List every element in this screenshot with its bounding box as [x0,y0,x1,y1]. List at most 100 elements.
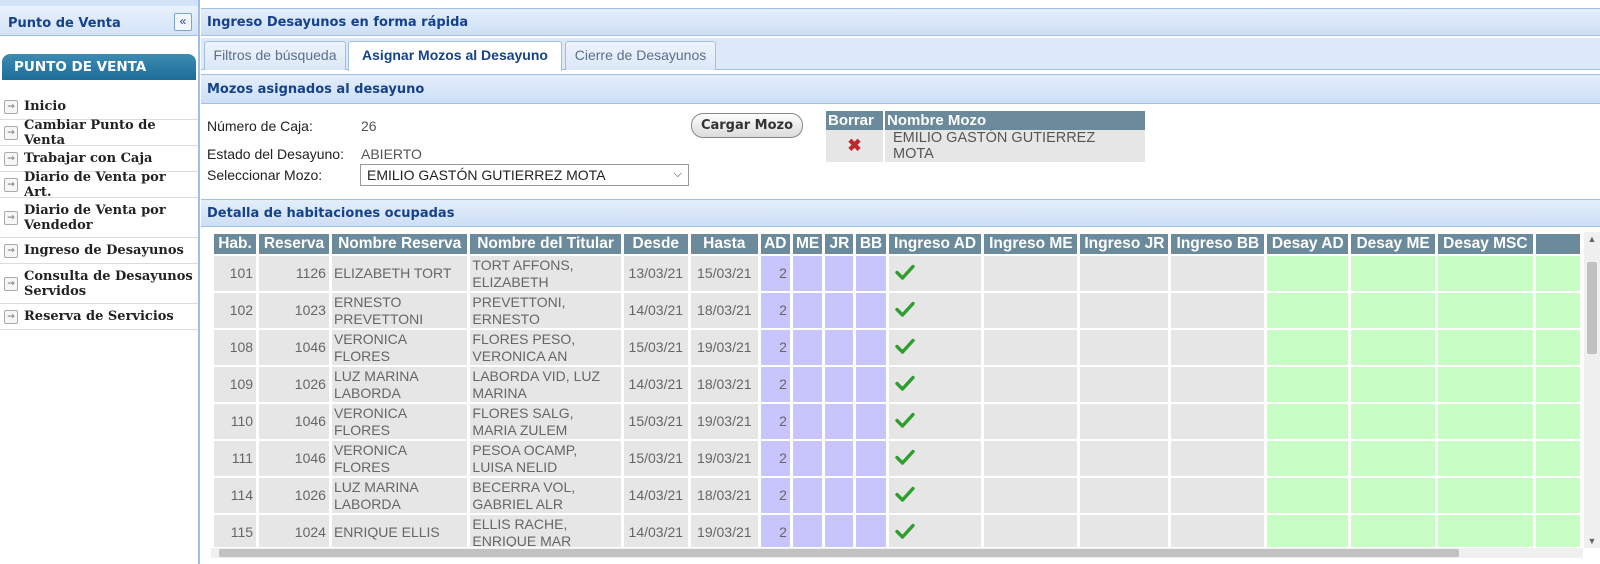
delete-x-icon[interactable]: ✖ [826,130,885,162]
cell-hasta: 19/03/21 [690,330,758,365]
column-header-17[interactable] [1535,234,1580,254]
cell-ingreso-jr [1080,478,1169,513]
seleccionar-mozo-label: Seleccionar Mozo: [207,167,323,183]
cell-jr [825,293,854,328]
cell-desde: 14/03/21 [623,293,688,328]
scroll-down-icon[interactable]: ▼ [1584,536,1600,546]
table-row[interactable]: 101 1126 ELIZABETH TORT TORT AFFONS, ELIZAB… [214,256,1580,291]
column-header-10[interactable]: Ingreso AD [888,234,982,254]
borrar-header: Borrar [826,111,885,130]
habitaciones-grid: Hab. Reserva Nombre Reserva Nombre del Titu… [211,232,1583,547]
column-header-8[interactable]: JR [825,234,854,254]
collapse-icon[interactable]: « [174,13,192,31]
sidebar-item-3[interactable]: → Diario de Venta por Art. [0,169,198,200]
cell-desay-ad [1267,293,1349,328]
cell-ingreso-bb [1171,441,1265,476]
cell-titular: LABORDA VID, LUZ MARINA [470,367,621,402]
table-row[interactable]: 114 1026 LUZ MARINA LABORDA BECERRA VOL, GA… [214,478,1580,513]
cell-nombre-reserva: ERNESTO PREVETTONI [331,293,468,328]
horizontal-scrollbar[interactable] [211,548,1583,558]
cell-desay-msc [1437,478,1533,513]
column-header-14[interactable]: Desay AD [1267,234,1349,254]
cell-reserva: 1046 [259,404,329,439]
sidebar-item-7[interactable]: → Reserva de Servicios [0,304,198,330]
cell-jr [825,478,854,513]
column-header-2[interactable]: Nombre Reserva [331,234,468,254]
column-header-3[interactable]: Nombre del Titular [470,234,621,254]
column-header-15[interactable]: Desay ME [1351,234,1435,254]
column-header-1[interactable]: Reserva [259,234,329,254]
table-row[interactable]: 108 1046 VERONICA FLORES FLORES PESO, VERON… [214,330,1580,365]
column-header-7[interactable]: ME [792,234,823,254]
sidebar-item-label: Consulta de Desayunos Servidos [24,268,193,299]
green-check-icon[interactable] [895,375,915,394]
green-check-icon[interactable] [895,412,915,431]
sidebar-item-label: Ingreso de Desayunos [24,243,184,258]
cell-reserva: 1024 [259,515,329,547]
cell-ingreso-me [984,515,1078,547]
sidebar-item-4[interactable]: → Diario de Venta por Vendedor [0,198,198,238]
tab-cierre[interactable]: Cierre de Desayunos [565,41,716,70]
vertical-scroll-thumb[interactable] [1587,262,1597,354]
column-header-4[interactable]: Desde [623,234,688,254]
cell-desay-ad [1267,256,1349,291]
column-header-5[interactable]: Hasta [690,234,758,254]
sidebar-item-2[interactable]: → Trabajar con Caja [0,146,198,172]
cell-titular: FLORES PESO, VERONICA AN [470,330,621,365]
cell-hab: 108 [214,330,257,365]
table-row[interactable]: 110 1046 VERONICA FLORES FLORES SALG, MARIA… [214,404,1580,439]
mozo-name: EMILIO GASTÓN GUTIERREZ MOTA [884,130,1147,162]
cell-ingreso-ad [888,515,982,547]
cell-desde: 15/03/21 [623,404,688,439]
column-header-13[interactable]: Ingreso BB [1171,234,1265,254]
green-check-icon[interactable] [895,264,915,283]
cell-titular: TORT AFFONS, ELIZABETH [470,256,621,291]
column-header-6[interactable]: AD [760,234,790,254]
cell-hab: 101 [214,256,257,291]
green-check-icon[interactable] [895,338,915,357]
sidebar-item-5[interactable]: → Ingreso de Desayunos [0,238,198,264]
cell-nombre-reserva: VERONICA FLORES [331,441,468,476]
green-check-icon[interactable] [895,523,915,542]
cell-ad: 2 [760,515,790,547]
scroll-up-icon[interactable]: ▲ [1584,234,1600,244]
cell-desay-msc [1437,404,1533,439]
column-header-9[interactable]: BB [856,234,886,254]
column-header-16[interactable]: Desay MSC [1437,234,1533,254]
sidebar-item-label: Diario de Venta por Art. [24,169,166,200]
column-header-12[interactable]: Ingreso JR [1080,234,1169,254]
cell-ingreso-bb [1171,256,1265,291]
green-check-icon[interactable] [895,301,915,320]
sidebar-item-1[interactable]: → Cambiar Punto de Venta [0,118,198,148]
green-check-icon[interactable] [895,449,915,468]
cell-extra [1535,256,1580,291]
cell-ingreso-jr [1080,256,1169,291]
sidebar-title: Punto de Venta [8,16,121,31]
cell-ingreso-ad [888,441,982,476]
sidebar-item-6[interactable]: → Consulta de Desayunos Servidos [0,264,198,304]
table-row[interactable]: 102 1023 ERNESTO PREVETTONI PREVETTONI, ERN… [214,293,1580,328]
cell-ingreso-ad [888,256,982,291]
cell-ingreso-me [984,404,1078,439]
vertical-scrollbar[interactable]: ▲ ▼ [1584,232,1600,548]
cell-reserva: 1026 [259,367,329,402]
cell-ingreso-jr [1080,330,1169,365]
cell-ingreso-jr [1080,441,1169,476]
cell-hasta: 18/03/21 [690,293,758,328]
cell-me [792,330,823,365]
green-check-icon[interactable] [895,486,915,505]
column-header-11[interactable]: Ingreso ME [984,234,1078,254]
table-row[interactable]: 109 1026 LUZ MARINA LABORDA LABORDA VID, LU… [214,367,1580,402]
tab-asignar-mozos[interactable]: Asignar Mozos al Desayuno [348,41,562,71]
mozo-select[interactable]: EMILIO GASTÓN GUTIERREZ MOTA ⌵ [360,164,689,186]
table-row[interactable]: 115 1024 ENRIQUE ELLIS ELLIS RACHE, ENRIQUE… [214,515,1580,547]
sidebar-item-0[interactable]: → Inicio [0,94,198,120]
cell-bb [856,478,886,513]
cargar-mozo-button[interactable]: Cargar Mozo [691,113,803,138]
cell-hab: 115 [214,515,257,547]
tab-filtros[interactable]: Filtros de búsqueda [204,41,346,70]
horizontal-scroll-thumb[interactable] [219,549,1459,557]
table-row[interactable]: 111 1046 VERONICA FLORES PESOA OCAMP, LUISA… [214,441,1580,476]
column-header-0[interactable]: Hab. [214,234,257,254]
sidebar-item-label: Trabajar con Caja [24,151,153,166]
